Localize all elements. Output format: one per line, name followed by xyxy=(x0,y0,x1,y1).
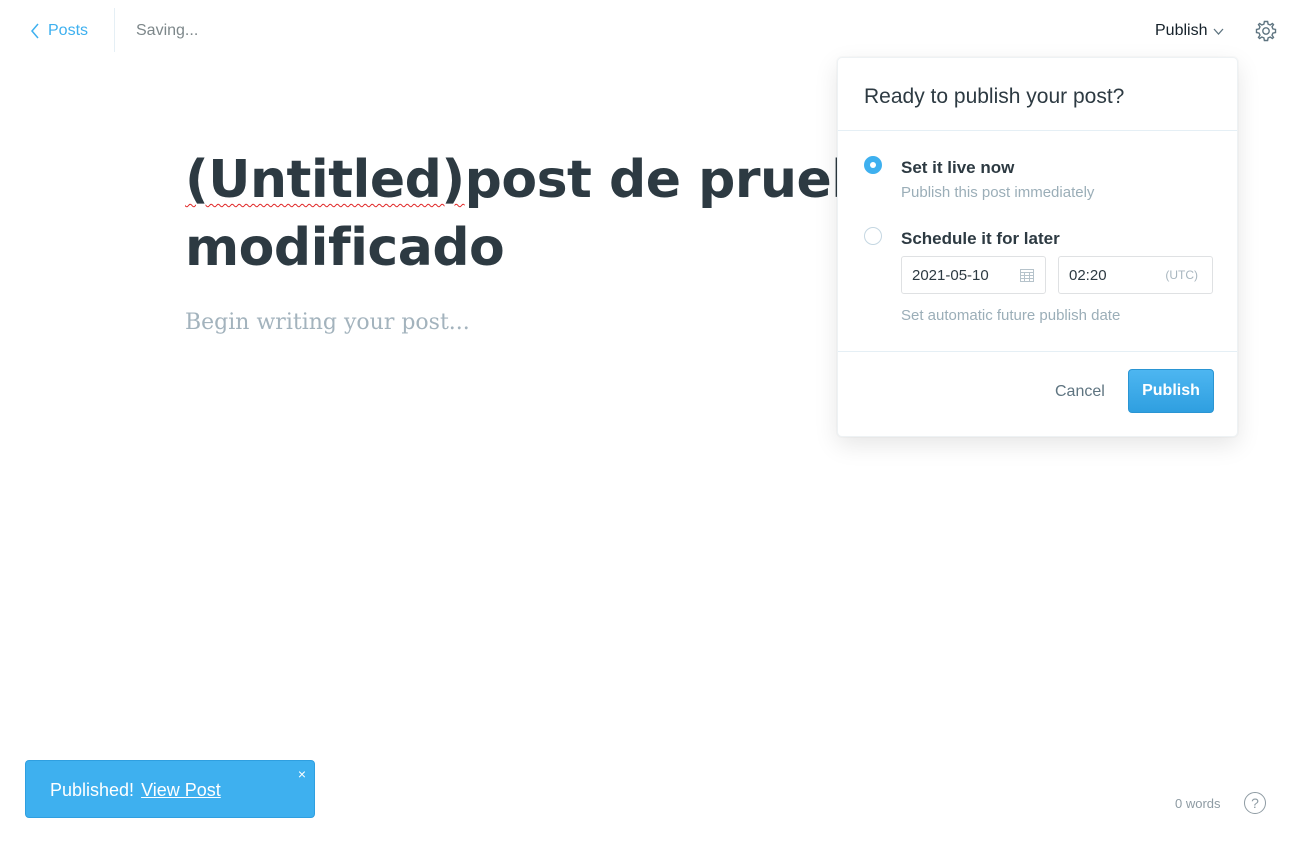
divider xyxy=(838,130,1237,131)
publish-menu-label: Publish xyxy=(1155,22,1208,39)
word-count: 0 words xyxy=(1175,796,1221,811)
notification-text: Published! xyxy=(50,780,135,800)
chevron-left-icon xyxy=(31,23,39,39)
back-to-posts-link[interactable]: Posts xyxy=(30,20,88,42)
chevron-down-icon xyxy=(1214,28,1224,35)
settings-button[interactable] xyxy=(1254,19,1278,43)
calendar-icon[interactable] xyxy=(1020,268,1034,282)
post-title-prefix: (Untitled) xyxy=(185,150,465,210)
save-status: Saving... xyxy=(136,22,199,39)
post-body-editor[interactable]: Begin writing your post... xyxy=(185,310,470,335)
view-post-link[interactable]: View Post xyxy=(141,780,221,800)
schedule-time-value: 02:20 xyxy=(1069,266,1107,284)
help-icon[interactable]: ? xyxy=(1244,792,1266,814)
publish-panel-title: Ready to publish your post? xyxy=(864,85,1125,108)
publish-dropdown: Ready to publish your post? Set it live … xyxy=(837,57,1238,437)
published-notification: Published! View Post × xyxy=(25,760,315,818)
editor-page: Posts Saving... Publish (Untitled)post d… xyxy=(0,0,1295,843)
close-icon[interactable]: × xyxy=(298,766,306,782)
radio-publish-now[interactable] xyxy=(864,156,882,174)
publish-button[interactable]: Publish xyxy=(1128,369,1214,413)
post-title-input[interactable]: (Untitled)post de prueba modificado xyxy=(185,146,905,282)
back-link-label: Posts xyxy=(48,22,89,39)
schedule-date-input[interactable]: 2021-05-10 xyxy=(901,256,1046,294)
option-schedule-hint: Set automatic future publish date xyxy=(901,307,1121,324)
option-schedule-label[interactable]: Schedule it for later xyxy=(901,229,1060,249)
timezone-label: (UTC) xyxy=(1165,268,1198,282)
gear-icon xyxy=(1255,20,1277,42)
option-now-label[interactable]: Set it live now xyxy=(901,158,1014,178)
divider xyxy=(838,351,1237,352)
topbar-divider xyxy=(114,8,115,52)
option-now-hint: Publish this post immediately xyxy=(901,184,1095,201)
schedule-time-input[interactable]: 02:20 (UTC) xyxy=(1058,256,1213,294)
radio-schedule-later[interactable] xyxy=(864,227,882,245)
cancel-button[interactable]: Cancel xyxy=(1055,383,1105,401)
schedule-date-value: 2021-05-10 xyxy=(912,266,989,284)
publish-menu-trigger[interactable]: Publish xyxy=(1155,20,1224,42)
notification-message: Published! View Post xyxy=(50,780,221,801)
